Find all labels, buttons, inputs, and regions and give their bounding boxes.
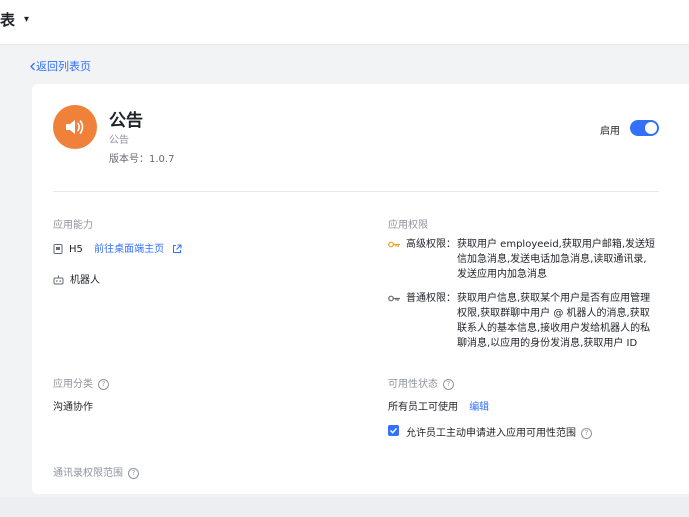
advanced-permission-label: 高级权限： (406, 239, 456, 250)
permissions-title: 应用权限 (388, 220, 428, 231)
capabilities-title: 应用能力 (53, 220, 93, 231)
toggle-knob (645, 122, 657, 134)
capability-bot-row: 机器人 (53, 271, 100, 286)
app-detail-card: 公告 公告 版本号：1.0.7 启用 应用能力 H5 前往桌面端主页 机器人 应… (32, 84, 689, 494)
normal-line-3: 联系人的基本信息,接收用户发给机器人的私 (457, 323, 651, 334)
robot-icon (53, 275, 64, 285)
h5-label: H5 (69, 244, 83, 255)
advanced-line-3: 发送应用内加急消息 (457, 269, 547, 280)
chevron-left-icon (30, 62, 35, 71)
help-icon[interactable]: ? (128, 468, 139, 479)
back-to-list-link[interactable]: 返回列表页 (29, 58, 91, 74)
allow-apply-text: 允许员工主动申请进入应用可用性范围 (406, 428, 576, 439)
app-name: 公告 (109, 111, 143, 131)
contacts-scope-title-text: 通讯录权限范围 (53, 468, 123, 479)
key-icon (388, 295, 400, 302)
normal-line-4: 聊消息,以应用的身份发消息,获取用户 ID (457, 338, 638, 349)
h5-icon (53, 244, 63, 254)
category-title: 应用分类? (53, 375, 109, 390)
open-desktop-home-link[interactable]: 前往桌面端主页 (94, 244, 164, 255)
check-icon (390, 427, 398, 434)
chevron-down-icon[interactable]: ▾ (24, 14, 29, 25)
help-icon[interactable]: ? (581, 428, 592, 439)
app-version: 版本号：1.0.7 (109, 154, 175, 165)
divider (53, 191, 659, 192)
advanced-line-2: 信加急消息,发送电话加急消息,读取通讯录, (457, 254, 647, 265)
top-bar: 表 ▾ (0, 0, 689, 45)
category-title-text: 应用分类 (53, 379, 93, 390)
allow-apply-checkbox[interactable] (388, 425, 399, 436)
app-subtitle: 公告 (109, 135, 129, 146)
availability-title-text: 可用性状态 (388, 379, 438, 390)
normal-line-1: 获取用户信息,获取某个用户是否有应用管理 (457, 293, 651, 304)
category-value: 沟通协作 (53, 402, 93, 413)
availability-value-row: 所有员工可使用 编辑 (388, 398, 489, 413)
back-link-label: 返回列表页 (36, 60, 91, 73)
advanced-line-1: 获取用户 employeeid,获取用户邮箱,发送短 (457, 239, 656, 250)
app-icon (53, 105, 97, 149)
edit-availability-link[interactable]: 编辑 (469, 402, 489, 413)
capability-h5-row: H5 前往桌面端主页 (53, 240, 182, 255)
contacts-scope-title: 通讯录权限范围? (53, 464, 139, 479)
help-icon[interactable]: ? (98, 379, 109, 390)
normal-permission-text: 获取用户信息,获取某个用户是否有应用管理 权限,获取群聊中用户 @ 机器人的消息… (457, 291, 657, 351)
normal-line-2: 权限,获取群聊中用户 @ 机器人的消息,获取 (457, 308, 650, 319)
speaker-icon (66, 120, 84, 134)
key-icon (388, 241, 400, 248)
external-link-icon[interactable] (172, 244, 182, 254)
normal-permission-label: 普通权限： (406, 293, 456, 304)
enable-label: 启用 (600, 126, 620, 137)
bottom-area (0, 497, 689, 517)
page-title: 表 (0, 11, 16, 29)
allow-apply-label: 允许员工主动申请进入应用可用性范围? (406, 424, 592, 439)
help-icon[interactable]: ? (443, 379, 454, 390)
availability-title: 可用性状态? (388, 375, 454, 390)
enable-toggle[interactable] (630, 120, 659, 136)
availability-value: 所有员工可使用 (388, 402, 458, 413)
advanced-permission-text: 获取用户 employeeid,获取用户邮箱,发送短 信加急消息,发送电话加急消… (457, 237, 657, 282)
bot-label: 机器人 (70, 275, 100, 286)
